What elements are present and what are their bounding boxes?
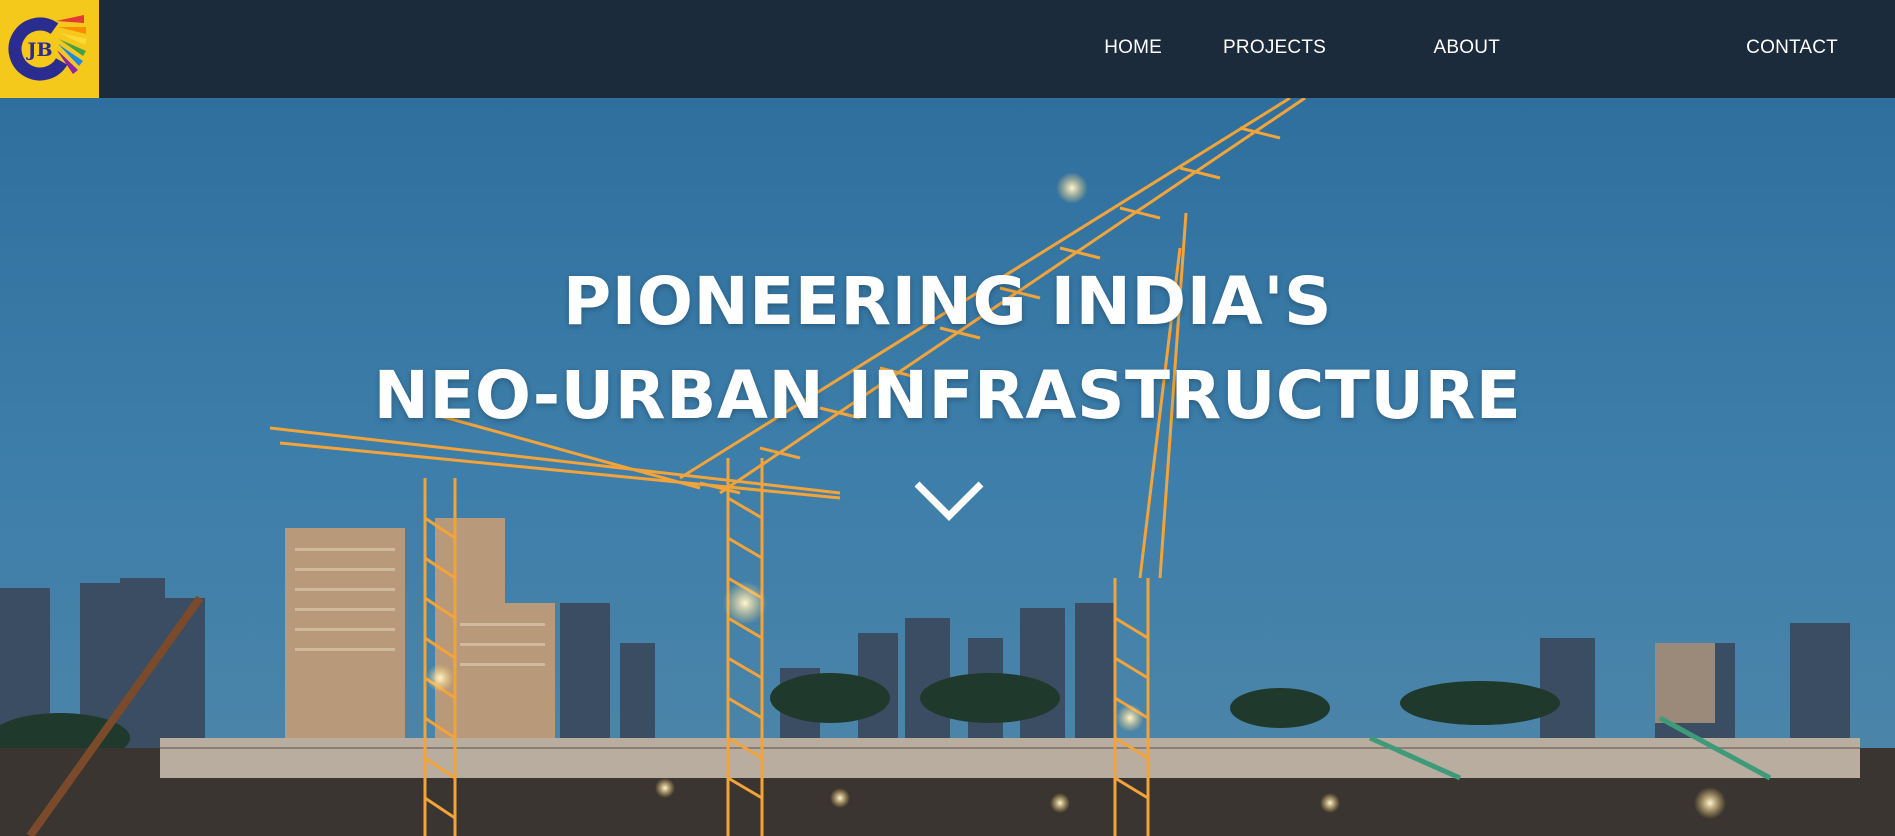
nav-projects[interactable]: PROJECTS [1223,37,1326,59]
nav-about[interactable]: ABOUT [1434,37,1500,59]
jb-logo-icon: JB [8,15,87,81]
chevron-down-icon[interactable] [913,478,985,524]
hero-background-image [0,98,1895,836]
nav-contact[interactable]: CONTACT [1746,37,1838,59]
hero-headline-line1: PIONEERING INDIA'S [562,263,1333,340]
site-header: JB HOME PROJECTS ABOUT CONTACT [0,0,1895,98]
hero-headline-line2: NEO-URBAN INFRASTRUCTURE [373,357,1522,434]
site-logo[interactable]: JB [0,0,99,98]
hero-section: PIONEERING INDIA'S NEO-URBAN INFRASTRUCT… [0,98,1895,836]
nav-home[interactable]: HOME [1104,37,1162,59]
logo-text: JB [25,39,52,61]
